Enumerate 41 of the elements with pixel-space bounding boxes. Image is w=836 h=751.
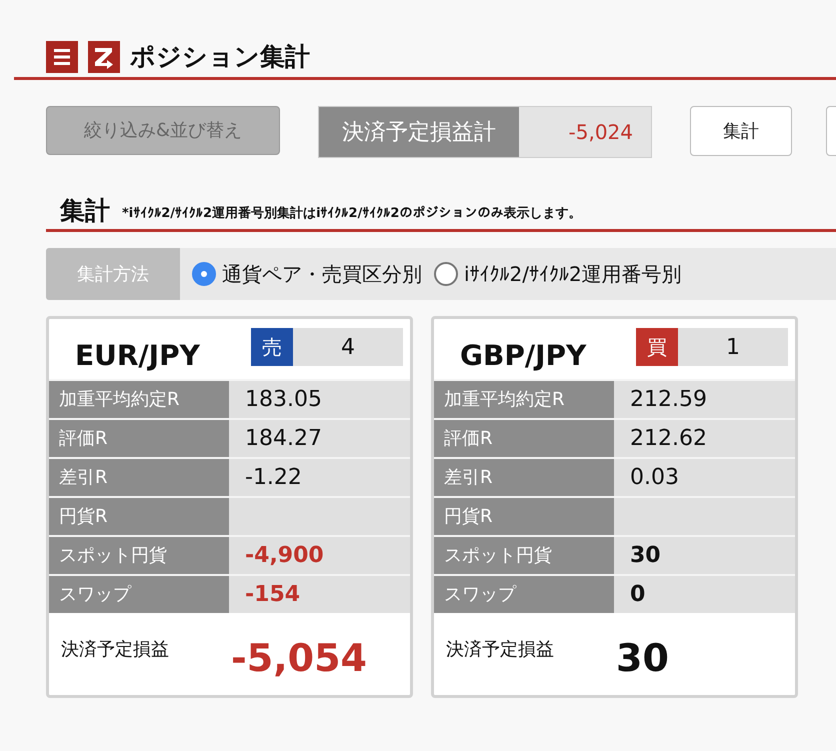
side-badge: 売 bbox=[251, 328, 293, 366]
side-badge: 買 bbox=[636, 328, 678, 366]
radio-option[interactable]: 通貨ペア・売買区分別 bbox=[192, 248, 422, 300]
position-count: 1 bbox=[725, 334, 741, 362]
profit-value: 30 bbox=[616, 634, 669, 682]
row-label: 加重平均約定R bbox=[49, 381, 229, 418]
row-value: -4,900 bbox=[229, 537, 410, 574]
row-value: 0.03 bbox=[614, 459, 795, 496]
row-label: 加重平均約定R bbox=[434, 381, 614, 418]
section-title: 集計 bbox=[60, 198, 110, 223]
row-value: -154 bbox=[229, 576, 410, 613]
row-label: 円貨R bbox=[49, 498, 229, 535]
row-label: スポット円貨 bbox=[49, 537, 229, 574]
method-label: 集計方法 bbox=[46, 248, 180, 300]
row-label: 円貨R bbox=[434, 498, 614, 535]
row-value: 183.05 bbox=[229, 381, 410, 418]
row-label: 差引R bbox=[49, 459, 229, 496]
page-title: ポジション集計 bbox=[130, 40, 310, 73]
profit-label: 決済予定損益 bbox=[61, 638, 170, 662]
profit-label: 決済予定損益 bbox=[446, 638, 555, 662]
row-value: 212.62 bbox=[614, 420, 795, 457]
aggregate-button[interactable]: 集計 bbox=[690, 106, 792, 156]
profit-value: -5,054 bbox=[231, 634, 367, 682]
row-value: 0 bbox=[614, 576, 795, 613]
position-count: 4 bbox=[340, 334, 356, 362]
radio-option[interactable]: iｻｲｸﾙ2/ｻｲｸﾙ2運用番号別 bbox=[434, 248, 682, 300]
currency-pair: EUR/JPY bbox=[75, 338, 201, 374]
row-label: スワップ bbox=[49, 576, 229, 613]
row-value: 30 bbox=[614, 537, 795, 574]
row-label: 差引R bbox=[434, 459, 614, 496]
row-label: スポット円貨 bbox=[434, 537, 614, 574]
currency-pair: GBP/JPY bbox=[460, 338, 588, 374]
row-label: スワップ bbox=[434, 576, 614, 613]
row-value: 184.27 bbox=[229, 420, 410, 457]
total-label: 決済予定損益計 bbox=[319, 107, 519, 157]
total-value: -5,024 bbox=[519, 107, 651, 157]
row-value: -1.22 bbox=[229, 459, 410, 496]
row-label: 評価R bbox=[434, 420, 614, 457]
row-label: 評価R bbox=[49, 420, 229, 457]
section-note: *iｻｲｸﾙ2/ｻｲｸﾙ2運用番号別集計はiｻｲｸﾙ2/ｻｲｸﾙ2のポジションのみ表示します。 bbox=[122, 204, 582, 222]
row-value: 212.59 bbox=[614, 381, 795, 418]
